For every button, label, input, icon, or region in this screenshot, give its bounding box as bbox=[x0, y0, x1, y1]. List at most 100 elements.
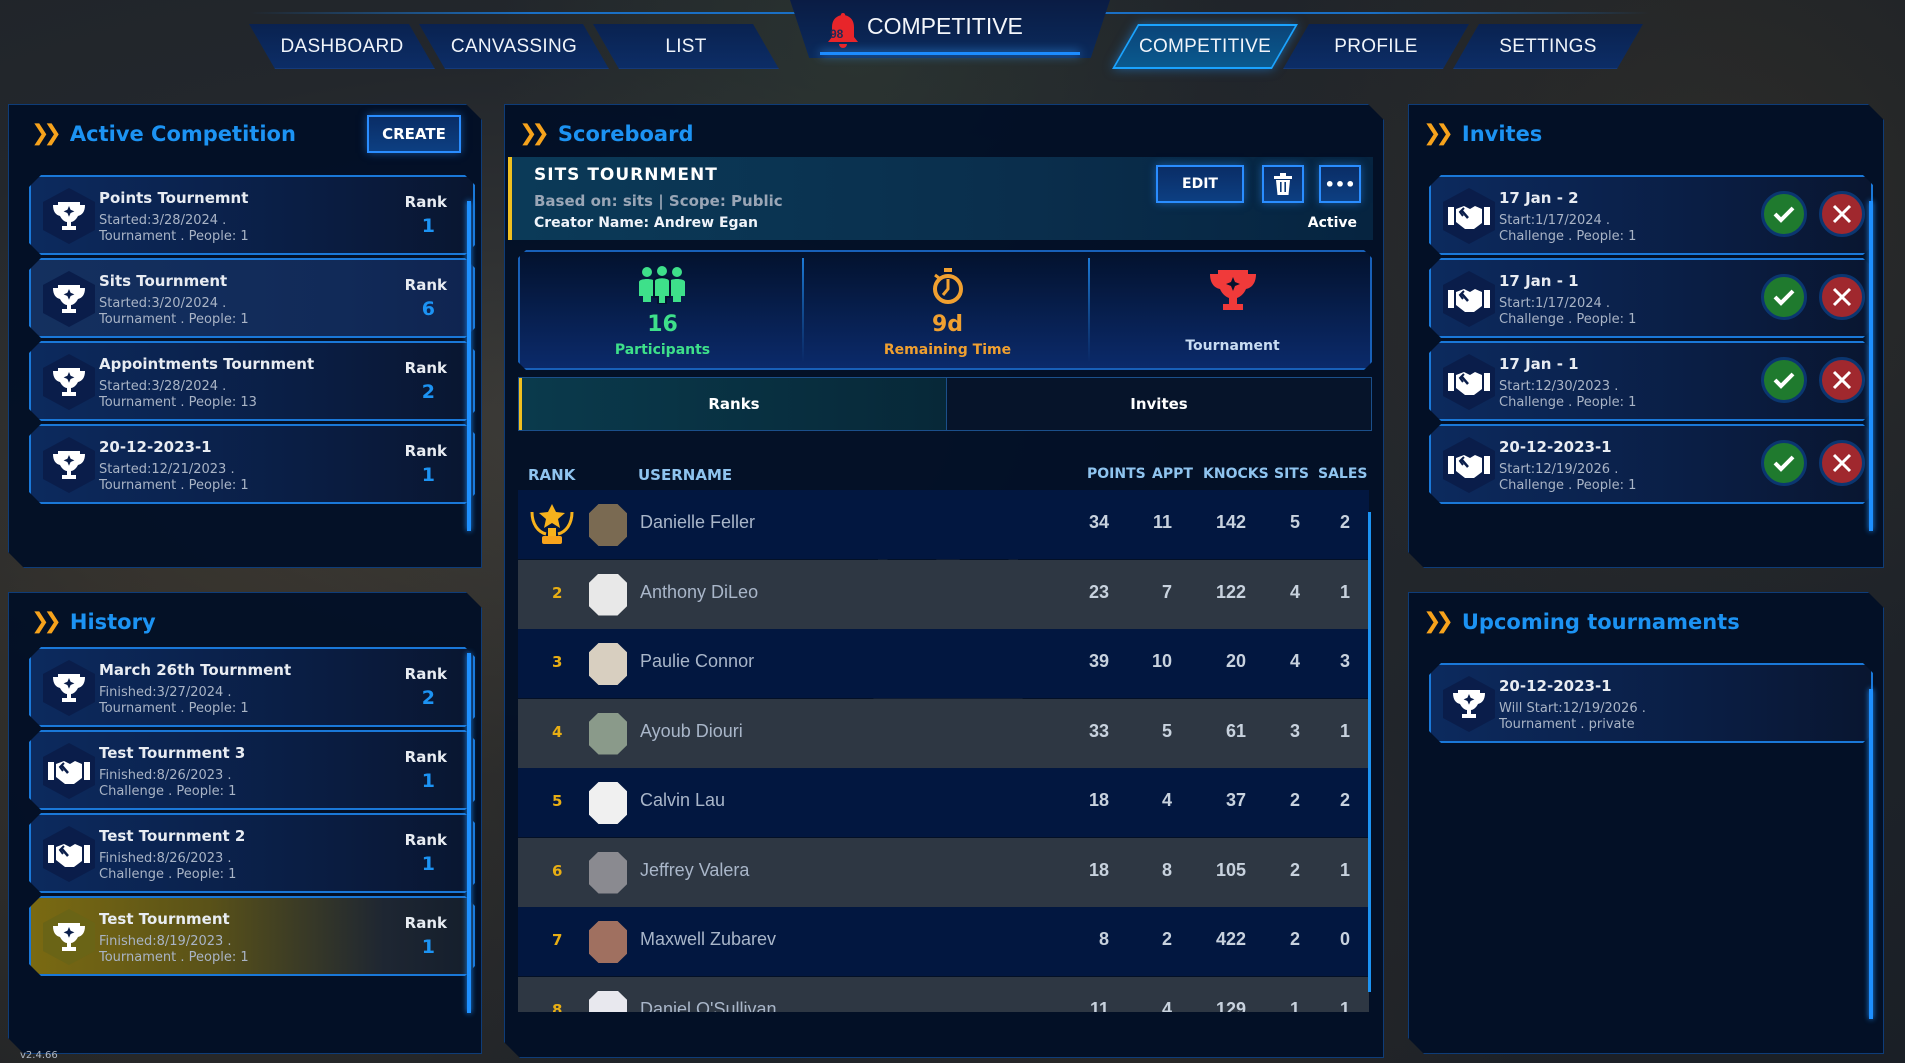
avatar bbox=[589, 782, 627, 824]
sits-value: 3 bbox=[1289, 720, 1300, 741]
card-icon-badge bbox=[1443, 676, 1495, 732]
decline-invite-button[interactable] bbox=[1819, 274, 1865, 320]
notification-bell[interactable]: 98 bbox=[826, 11, 860, 51]
accept-invite-button[interactable] bbox=[1761, 357, 1807, 403]
card-title: 20-12-2023-1 bbox=[1499, 438, 1612, 456]
col-sits: SITS bbox=[1274, 466, 1309, 482]
invite-card[interactable]: 17 Jan - 1 Start:1/17/2024 . Challenge . P… bbox=[1429, 258, 1873, 338]
top-navigation: DASHBOARD CANVASSING LIST 98 COMPETITIVE… bbox=[0, 0, 1905, 72]
rank-row[interactable]: 2 Anthony DiLeo 23 7 122 4 1 bbox=[518, 559, 1369, 629]
rank-value: 6 bbox=[421, 298, 435, 320]
nav-tab-dashboard[interactable]: DASHBOARD bbox=[249, 24, 435, 69]
trophy-icon bbox=[52, 922, 86, 952]
delete-button[interactable] bbox=[1262, 165, 1304, 203]
rank-table-scrollbar[interactable] bbox=[1368, 512, 1371, 992]
invite-card[interactable]: 17 Jan - 2 Start:1/17/2024 . Challenge . P… bbox=[1429, 175, 1873, 255]
trophy-icon bbox=[52, 201, 86, 231]
card-meta: Challenge . People: 1 bbox=[1499, 312, 1637, 327]
active-competition-card[interactable]: 20-12-2023-1 Started:12/21/2023 . Tourname… bbox=[29, 424, 475, 504]
appt-value: 10 bbox=[1151, 651, 1172, 671]
decline-invite-button[interactable] bbox=[1819, 191, 1865, 237]
create-button[interactable]: CREATE bbox=[367, 115, 461, 153]
invites-title: ❯❯ Invites bbox=[1423, 121, 1543, 146]
card-icon-badge bbox=[43, 660, 95, 716]
history-card[interactable]: Test Tournment 2 Finished:8/26/2023 . Chal… bbox=[29, 813, 475, 893]
knocks-value: 20 bbox=[1225, 651, 1246, 671]
card-date: Will Start:12/19/2026 . bbox=[1499, 701, 1646, 716]
card-meta: Tournament . People: 1 bbox=[99, 312, 249, 327]
nav-tab-canvassing[interactable]: CANVASSING bbox=[419, 24, 609, 69]
upcoming-card[interactable]: 20-12-2023-1 Will Start:12/19/2026 . Tourn… bbox=[1429, 663, 1873, 743]
rank-table-header: RANK USERNAME POINTS APPT KNOCKS SITS SA… bbox=[518, 466, 1372, 490]
stat-divider bbox=[802, 258, 804, 362]
rank-row[interactable]: Danielle Feller 34 11 142 5 2 bbox=[518, 490, 1369, 559]
close-icon bbox=[1831, 452, 1853, 474]
rank-label: Rank bbox=[404, 748, 447, 766]
tournament-stats: 16 Participants 9d Remaining Time Tourna… bbox=[518, 250, 1372, 370]
nav-tab-settings[interactable]: SETTINGS bbox=[1453, 24, 1643, 69]
scrollbar[interactable] bbox=[1869, 201, 1873, 531]
active-competition-card[interactable]: Appointments Tournment Started:3/28/2024 … bbox=[29, 341, 475, 421]
nav-tab-list[interactable]: LIST bbox=[593, 24, 779, 69]
rank-row[interactable]: 6 Jeffrey Valera 18 8 105 2 1 bbox=[518, 837, 1369, 907]
stat-remaining-time: 9d Remaining Time bbox=[805, 252, 1090, 368]
card-meta: Challenge . People: 1 bbox=[1499, 229, 1637, 244]
rank-label: Rank bbox=[404, 359, 447, 377]
rank-row[interactable]: 3 Paulie Connor 39 10 20 4 3 bbox=[518, 629, 1369, 698]
knocks-value: 105 bbox=[1215, 859, 1246, 880]
sales-value: 0 bbox=[1339, 929, 1350, 949]
rank-row[interactable]: 7 Maxwell Zubarev 8 2 422 2 0 bbox=[518, 907, 1369, 976]
card-meta: Tournament . private bbox=[1499, 717, 1635, 732]
active-competition-card[interactable]: Points Tournemnt Started:3/28/2024 . Tourn… bbox=[29, 175, 475, 255]
invite-card[interactable]: 17 Jan - 1 Start:12/30/2023 . Challenge . … bbox=[1429, 341, 1873, 421]
more-options-button[interactable]: ••• bbox=[1319, 165, 1361, 203]
card-icon-badge bbox=[1443, 271, 1495, 327]
tab-ranks[interactable]: Ranks bbox=[519, 378, 947, 430]
stopwatch-icon bbox=[929, 266, 967, 306]
trash-icon bbox=[1274, 173, 1292, 195]
col-knocks: KNOCKS bbox=[1203, 466, 1269, 482]
rank-row[interactable]: 4 Ayoub Diouri 33 5 61 3 1 bbox=[518, 698, 1369, 768]
tournament-status: Active bbox=[1307, 215, 1357, 231]
rank-number: 6 bbox=[552, 861, 563, 880]
card-date: Start:12/30/2023 . bbox=[1499, 379, 1619, 394]
decline-invite-button[interactable] bbox=[1819, 357, 1865, 403]
card-meta: Tournament . People: 1 bbox=[99, 229, 249, 244]
scrollbar[interactable] bbox=[467, 201, 471, 531]
accept-invite-button[interactable] bbox=[1761, 274, 1807, 320]
rank-row[interactable]: 5 Calvin Lau 18 4 37 2 2 bbox=[518, 768, 1369, 837]
active-competition-card[interactable]: Sits Tournment Started:3/20/2024 . Tournam… bbox=[29, 258, 475, 338]
username: Maxwell Zubarev bbox=[640, 929, 777, 949]
nav-tab-competitive[interactable]: COMPETITIVE bbox=[1112, 24, 1298, 69]
sales-value: 1 bbox=[1339, 720, 1350, 741]
card-title: 20-12-2023-1 bbox=[99, 438, 212, 456]
card-icon-badge bbox=[43, 437, 95, 493]
card-meta: Tournament . People: 1 bbox=[99, 701, 249, 716]
sales-value: 2 bbox=[1339, 512, 1350, 532]
history-card[interactable]: Test Tournment 3 Finished:8/26/2023 . Chal… bbox=[29, 730, 475, 810]
handshake-icon bbox=[48, 757, 90, 785]
rank-row[interactable]: 8 Daniel O'Sullivan 11 4 129 1 1 bbox=[518, 976, 1369, 1012]
accept-invite-button[interactable] bbox=[1761, 440, 1807, 486]
card-title: Test Tournment 3 bbox=[99, 744, 246, 762]
card-meta: Challenge . People: 1 bbox=[99, 784, 237, 799]
appt-value: 4 bbox=[1161, 790, 1172, 810]
avatar bbox=[589, 921, 627, 963]
rank-number: 4 bbox=[552, 722, 563, 741]
chevron-double-right-icon: ❯❯ bbox=[31, 121, 56, 146]
gold-crown-trophy-icon bbox=[530, 504, 574, 544]
accept-invite-button[interactable] bbox=[1761, 191, 1807, 237]
card-date: Start:1/17/2024 . bbox=[1499, 213, 1611, 228]
scrollbar[interactable] bbox=[467, 653, 471, 1013]
points-value: 23 bbox=[1088, 581, 1109, 602]
history-card[interactable]: Test Tournment Finished:8/19/2023 . Tourna… bbox=[29, 896, 475, 976]
decline-invite-button[interactable] bbox=[1819, 440, 1865, 486]
scrollbar[interactable] bbox=[1869, 689, 1873, 1019]
invite-card[interactable]: 20-12-2023-1 Start:12/19/2026 . Challenge … bbox=[1429, 424, 1873, 504]
card-date: Start:1/17/2024 . bbox=[1499, 296, 1611, 311]
history-card[interactable]: March 26th Tournment Finished:3/27/2024 .… bbox=[29, 647, 475, 727]
edit-button[interactable]: EDIT bbox=[1156, 165, 1244, 203]
tab-invites[interactable]: Invites bbox=[947, 378, 1371, 430]
card-date: Started:3/28/2024 . bbox=[99, 379, 227, 394]
nav-tab-profile[interactable]: PROFILE bbox=[1283, 24, 1469, 69]
